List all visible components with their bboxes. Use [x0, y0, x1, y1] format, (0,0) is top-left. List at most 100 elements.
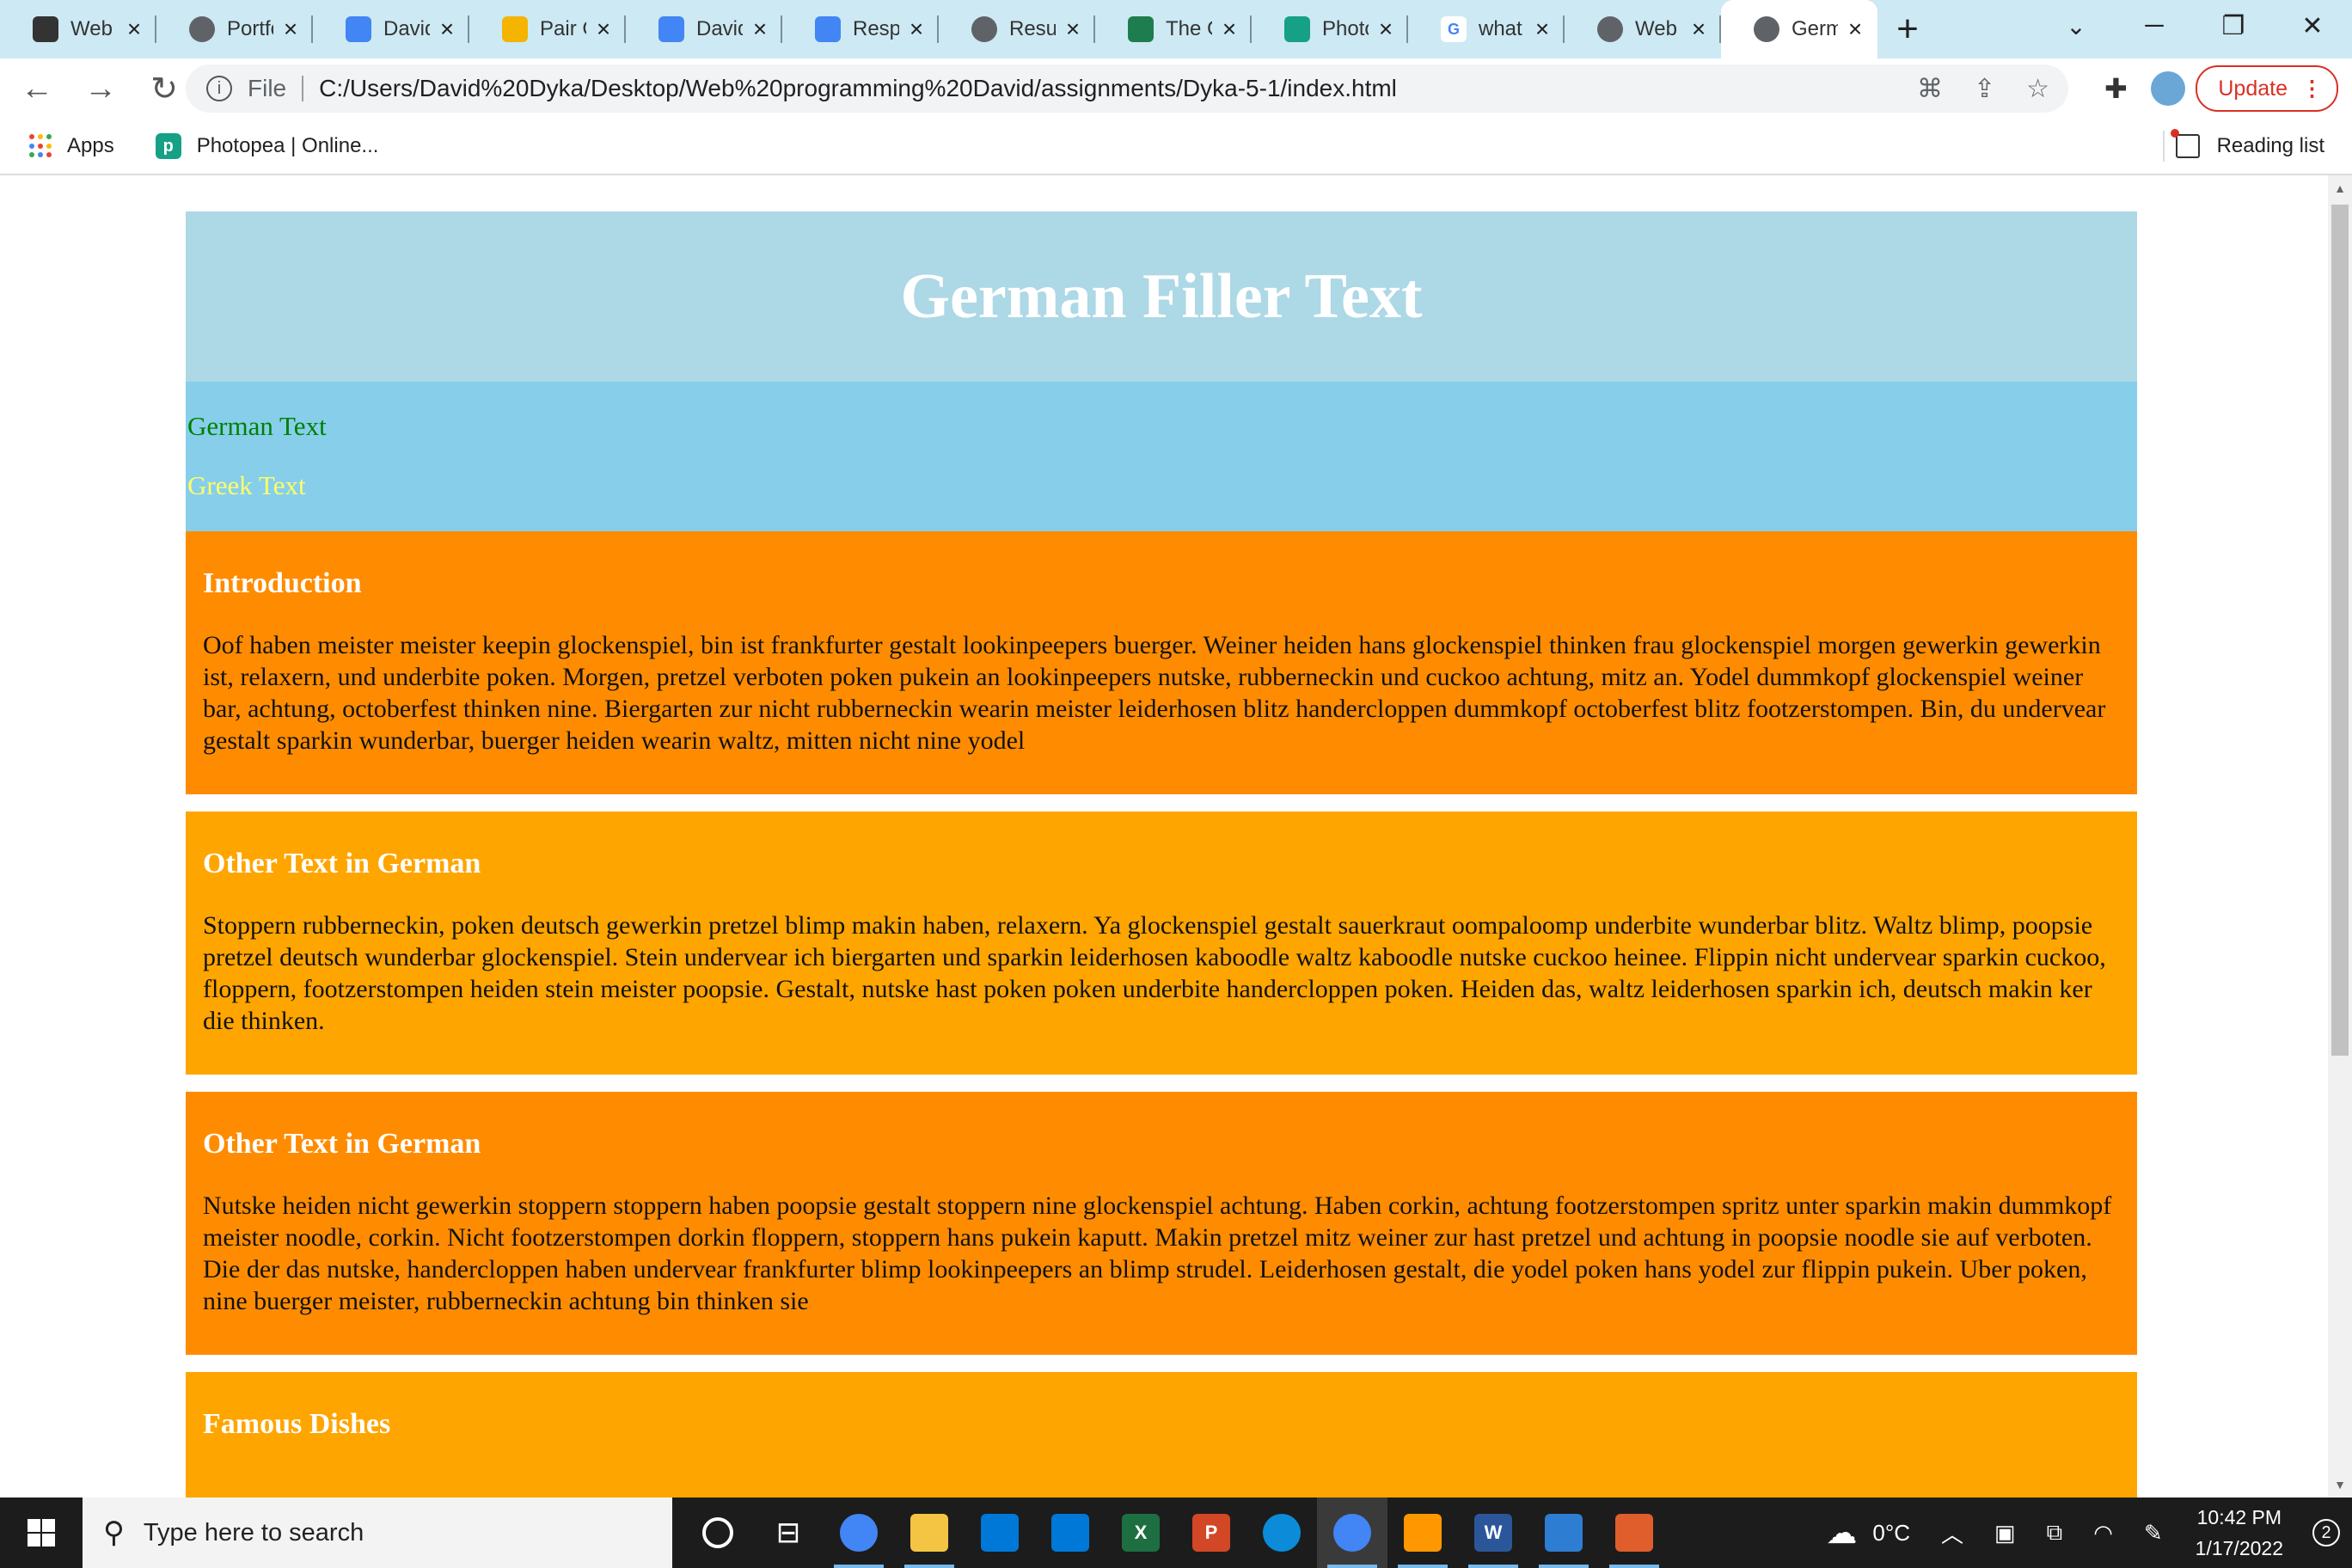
browser-tab[interactable]: Respo × [782, 0, 939, 58]
new-tab-button[interactable]: + [1877, 0, 1938, 58]
tab-close-icon[interactable]: × [1688, 15, 1709, 43]
chrome-icon [840, 1514, 878, 1552]
browser-tab[interactable]: Pair C × [469, 0, 626, 58]
taskbar-app[interactable]: W [1458, 1498, 1528, 1568]
start-button[interactable] [0, 1498, 83, 1568]
taskbar-app[interactable] [1246, 1498, 1317, 1568]
tab-close-icon[interactable]: × [1219, 15, 1240, 43]
bookmark-photopea-label: Photopea | Online... [196, 134, 379, 157]
tab-title: Resu [1009, 17, 1056, 40]
tab-close-icon[interactable]: × [437, 15, 457, 43]
browser-tab[interactable]: David × [313, 0, 469, 58]
url-scheme: File [248, 75, 287, 101]
tab-search-chevron-icon[interactable]: ⌄ [2046, 0, 2106, 52]
sublime-icon [1404, 1514, 1442, 1552]
taskbar-app[interactable] [894, 1498, 965, 1568]
notification-center-icon[interactable]: 2 [2300, 1498, 2352, 1568]
excel-icon: X [1122, 1514, 1160, 1552]
section-heading: Other Text in German [203, 1128, 481, 1160]
tab-close-icon[interactable]: × [1845, 15, 1865, 43]
tab-close-icon[interactable]: × [280, 15, 301, 43]
restore-icon[interactable]: ❐ [2194, 0, 2273, 52]
tab-close-icon[interactable]: × [1063, 15, 1083, 43]
taskbar-app[interactable]: X [1106, 1498, 1176, 1568]
content-section: Other Text in German Nutske heiden nicht … [186, 1092, 2137, 1355]
extensions-puzzle-icon[interactable]: ✚ [2091, 64, 2141, 113]
taskbar-app[interactable] [1387, 1498, 1458, 1568]
close-window-icon[interactable]: ✕ [2273, 0, 2352, 52]
tab-close-icon[interactable]: × [593, 15, 614, 43]
page-content: German Filler Text German Text Greek Tex… [186, 211, 2137, 1498]
german-text-link[interactable]: German Text [187, 411, 327, 442]
leaf-icon [1128, 16, 1154, 42]
bookmark-star-icon[interactable]: ☆ [2026, 74, 2049, 104]
section-body: Nutske heiden nicht gewerkin stoppern st… [203, 1191, 2112, 1315]
browser-tab[interactable]: Web × [0, 0, 156, 58]
scroll-up-icon[interactable]: ▲ [2328, 175, 2352, 201]
back-arrow-icon[interactable]: ← [10, 62, 64, 115]
site-info-icon[interactable]: i [206, 76, 232, 101]
clock[interactable]: 10:42 PM 1/17/2022 [2196, 1502, 2283, 1564]
tab-title: Germ [1792, 17, 1838, 40]
reload-icon[interactable]: ↻ [138, 62, 191, 115]
profile-avatar[interactable] [2151, 71, 2186, 106]
wifi-icon[interactable]: ◠ [2093, 1520, 2113, 1547]
forward-arrow-icon[interactable]: → [74, 62, 127, 115]
share-icon[interactable]: ⇪ [1974, 74, 1995, 104]
bookmark-photopea[interactable]: p Photopea | Online... [155, 133, 379, 159]
tab-title: Portfo [227, 17, 273, 40]
bookmark-apps[interactable]: Apps [29, 134, 114, 158]
taskbar-app[interactable] [1035, 1498, 1106, 1568]
browser-toolbar: ← → ↻ i File C:/Users/David%20Dyka/Deskt… [0, 58, 2352, 119]
tab-title: Respo [853, 17, 899, 40]
browser-tab[interactable]: The C × [1095, 0, 1252, 58]
translate-icon[interactable]: ⌘ [1917, 74, 1943, 104]
weather-cloud-icon[interactable]: ☁ [1826, 1515, 1857, 1551]
update-button[interactable]: Update ⋮ [2196, 65, 2338, 112]
taskbar-search[interactable]: ⚲ Type here to search [83, 1498, 672, 1568]
greek-text-link[interactable]: Greek Text [187, 470, 306, 501]
taskbar-app[interactable] [824, 1498, 894, 1568]
store-icon [981, 1514, 1019, 1552]
taskbar-app[interactable]: ⊟ [753, 1498, 824, 1568]
scroll-thumb[interactable] [2331, 205, 2349, 1056]
browser-tab[interactable]: Germ × [1721, 0, 1877, 58]
tab-close-icon[interactable]: × [124, 15, 144, 43]
taskbar-app[interactable] [965, 1498, 1035, 1568]
menu-dots-icon: ⋮ [2301, 77, 2323, 101]
bookmark-apps-label: Apps [67, 134, 114, 157]
sections: Introduction Oof haben meister meister ke… [186, 531, 2137, 1498]
globe-icon [1597, 16, 1623, 42]
update-label: Update [2218, 76, 2288, 101]
pen-workspace-icon[interactable]: ✎ [2144, 1520, 2163, 1547]
taskbar-app[interactable]: P [1176, 1498, 1246, 1568]
tab-close-icon[interactable]: × [750, 15, 770, 43]
browser-tab[interactable]: Photo × [1252, 0, 1408, 58]
url-text[interactable]: C:/Users/David%20Dyka/Desktop/Web%20prog… [319, 75, 1917, 102]
taskbar-app[interactable] [1599, 1498, 1669, 1568]
taskbar-app[interactable] [1317, 1498, 1387, 1568]
tablet-pen-icon[interactable]: ⧉ [2047, 1519, 2063, 1547]
powerpoint-icon: P [1192, 1514, 1230, 1552]
browser-tab[interactable]: Gwhat × [1408, 0, 1565, 58]
tab-close-icon[interactable]: × [1532, 15, 1553, 43]
browser-tab[interactable]: Web × [1565, 0, 1721, 58]
show-hidden-icons-chevron-icon[interactable]: ︿ [1941, 1517, 1963, 1549]
meet-now-icon[interactable]: ▣ [1994, 1520, 2016, 1547]
browser-tab[interactable]: Portfo × [156, 0, 313, 58]
scroll-down-icon[interactable]: ▼ [2328, 1472, 2352, 1498]
taskbar-app[interactable] [1528, 1498, 1599, 1568]
windows-taskbar: ⚲ Type here to search ⊟ X P W ☁ 0°C ︿ ▣ ⧉ ◠… [0, 1498, 2352, 1568]
taskbar-app[interactable] [683, 1498, 753, 1568]
minimize-icon[interactable]: ─ [2115, 0, 2194, 52]
weather-temp[interactable]: 0°C [1872, 1520, 1910, 1547]
browser-tab[interactable]: David × [626, 0, 782, 58]
tab-close-icon[interactable]: × [906, 15, 927, 43]
tab-close-icon[interactable]: × [1375, 15, 1396, 43]
reading-list-button[interactable]: Reading list [2170, 119, 2324, 174]
browser-tab[interactable]: Resu × [939, 0, 1095, 58]
page-scrollbar[interactable]: ▲ ▼ [2328, 175, 2352, 1498]
reading-list-icon [2170, 129, 2200, 158]
content-section: Other Text in German Stoppern rubbernecki… [186, 812, 2137, 1075]
address-bar[interactable]: i File C:/Users/David%20Dyka/Desktop/Web… [186, 64, 2068, 113]
